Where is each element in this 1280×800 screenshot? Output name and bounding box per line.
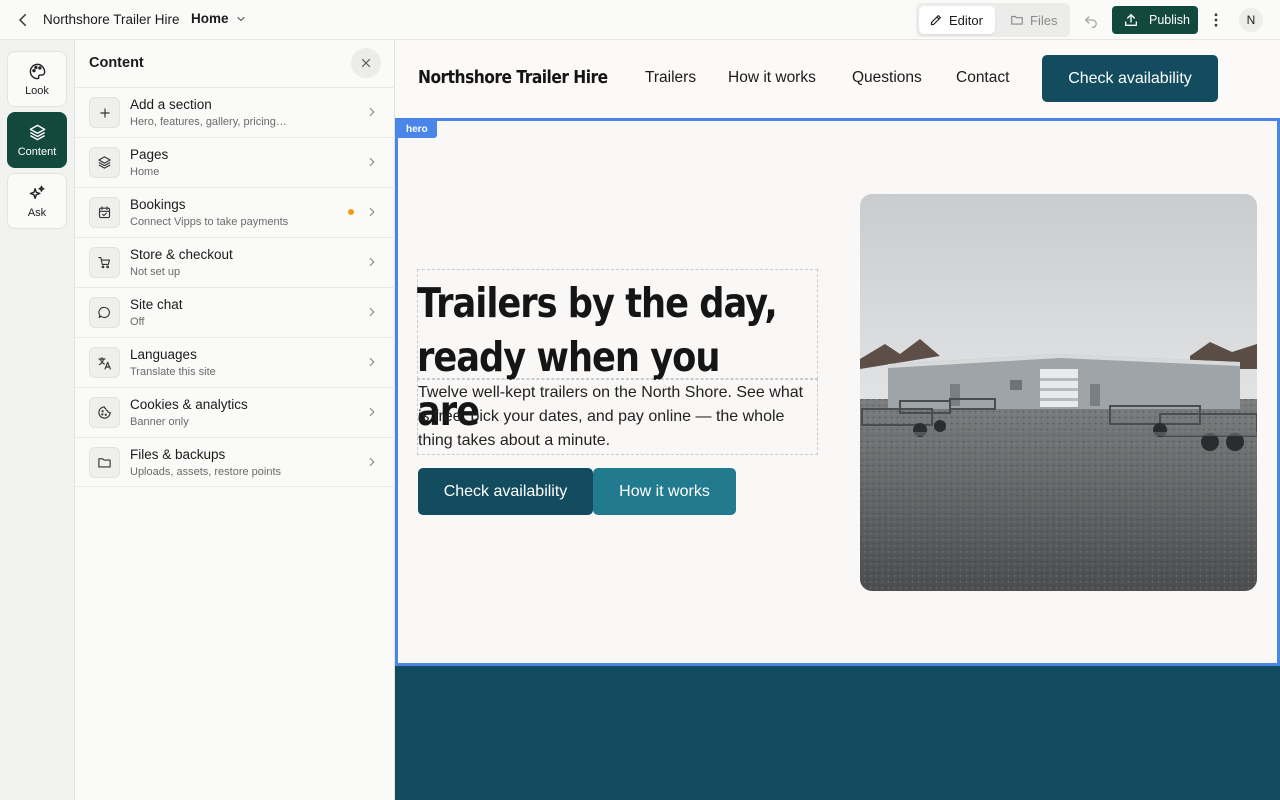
rail-item-label: Content — [17, 145, 57, 158]
chevron-right-icon — [365, 205, 379, 219]
list-item-label: Files & backups — [130, 447, 226, 462]
mode-switcher: Editor Files — [916, 3, 1070, 37]
hero-section[interactable]: hero Trailers by the day, ready when you… — [395, 118, 1280, 666]
hero-image[interactable] — [860, 194, 1257, 591]
layers-icon — [89, 147, 120, 178]
list-item-add-section[interactable]: Add a section Hero, features, gallery, p… — [75, 87, 395, 137]
notice-dot — [348, 209, 354, 215]
list-item-sub: Translate this site — [130, 366, 216, 378]
content-list: Add a section Hero, features, gallery, p… — [75, 87, 395, 487]
list-item-sub: Banner only — [130, 416, 189, 428]
site-header: Northshore Trailer Hire Trailers How it … — [395, 40, 1280, 118]
rail-item-label: Look — [25, 84, 49, 97]
page-selector[interactable]: Home — [191, 11, 247, 26]
list-item-store-checkout[interactable]: Store & checkout Not set up — [75, 237, 395, 287]
plus-icon — [89, 97, 120, 128]
chevron-right-icon — [365, 105, 379, 119]
more-options-icon[interactable] — [1207, 11, 1225, 29]
nav-link-questions[interactable]: Questions — [852, 69, 922, 87]
hero-check-availability-button[interactable]: Check availability — [418, 468, 593, 515]
list-item-pages[interactable]: Pages Home — [75, 137, 395, 187]
list-item-sub: Uploads, assets, restore points — [130, 466, 282, 478]
cart-icon — [89, 247, 120, 278]
sparkles-icon — [28, 184, 47, 203]
chevron-right-icon — [365, 255, 379, 269]
list-item-files-backups[interactable]: Files & backups Uploads, assets, restore… — [75, 437, 395, 487]
publish-label: Publish — [1149, 13, 1190, 27]
folder-icon — [1010, 13, 1024, 27]
site-brand[interactable]: Northshore Trailer Hire — [418, 67, 608, 88]
list-item-label: Cookies & analytics — [130, 397, 248, 412]
hero-heading-line1: Trailers by the day, — [417, 279, 778, 327]
rail-item-label: Ask — [27, 206, 47, 219]
hero-how-it-works-button[interactable]: How it works — [593, 468, 736, 515]
tool-rail: Look Content Ask — [0, 40, 75, 800]
chevron-down-icon — [235, 13, 247, 25]
rail-item-look[interactable]: Look — [7, 51, 67, 107]
chevron-right-icon — [365, 455, 379, 469]
chevron-right-icon — [365, 305, 379, 319]
tab-editor[interactable]: Editor — [919, 6, 995, 34]
hero-paragraph[interactable]: Twelve well-kept trailers on the North S… — [418, 381, 818, 453]
list-item-cookies-analytics[interactable]: Cookies & analytics Banner only — [75, 387, 395, 437]
list-item-sub: Hero, features, gallery, pricing… — [130, 116, 287, 128]
panel-title: Content — [89, 55, 144, 71]
chevron-right-icon — [365, 405, 379, 419]
site-name: Northshore Trailer Hire — [43, 12, 180, 27]
content-panel: Content Add a section Hero, features, ga… — [75, 40, 395, 800]
close-icon — [360, 57, 372, 69]
translate-icon — [89, 347, 120, 378]
layers-icon — [28, 123, 47, 142]
section-tag: hero — [397, 120, 437, 138]
tab-files[interactable]: Files — [1000, 6, 1066, 34]
calendar-check-icon — [89, 197, 120, 228]
list-item-languages[interactable]: Languages Translate this site — [75, 337, 395, 387]
nav-link-trailers[interactable]: Trailers — [645, 69, 696, 87]
chat-bubble-icon — [89, 297, 120, 328]
rail-item-ask[interactable]: Ask — [7, 173, 67, 229]
chevron-right-icon — [365, 355, 379, 369]
list-item-sub: Connect Vipps to take payments — [130, 216, 289, 228]
list-item-sub: Off — [130, 316, 145, 328]
rail-item-content[interactable]: Content — [7, 112, 67, 168]
list-item-label: Site chat — [130, 297, 183, 312]
chevron-right-icon — [365, 155, 379, 169]
cookie-icon — [89, 397, 120, 428]
list-item-label: Bookings — [130, 197, 186, 212]
nav-check-availability-button[interactable]: Check availability — [1042, 55, 1218, 102]
list-item-site-chat[interactable]: Site chat Off — [75, 287, 395, 337]
list-item-label: Languages — [130, 347, 197, 362]
upload-icon — [1123, 12, 1139, 28]
avatar[interactable]: N — [1239, 8, 1263, 32]
list-item-label: Store & checkout — [130, 247, 233, 262]
tab-editor-label: Editor — [949, 12, 983, 28]
nav-link-how-it-works[interactable]: How it works — [728, 69, 816, 87]
back-chevron-icon[interactable] — [14, 11, 32, 29]
folder-icon — [89, 447, 120, 478]
site-preview: Northshore Trailer Hire Trailers How it … — [395, 40, 1280, 800]
list-item-bookings[interactable]: Bookings Connect Vipps to take payments — [75, 187, 395, 237]
tab-files-label: Files — [1030, 12, 1058, 28]
publish-button[interactable]: Publish — [1112, 6, 1198, 34]
list-item-label: Add a section — [130, 97, 212, 112]
nav-link-contact[interactable]: Contact — [956, 69, 1009, 87]
next-section-band — [395, 666, 1280, 800]
list-item-label: Pages — [130, 147, 169, 162]
page-selector-label: Home — [191, 11, 229, 26]
editor-topbar: Northshore Trailer Hire Home Editor File… — [0, 0, 1280, 40]
undo-icon[interactable] — [1082, 11, 1100, 29]
pencil-icon — [929, 13, 943, 27]
palette-icon — [28, 62, 47, 81]
close-panel-button[interactable] — [351, 48, 381, 78]
list-item-sub: Home — [130, 166, 160, 178]
list-item-sub: Not set up — [130, 266, 181, 278]
